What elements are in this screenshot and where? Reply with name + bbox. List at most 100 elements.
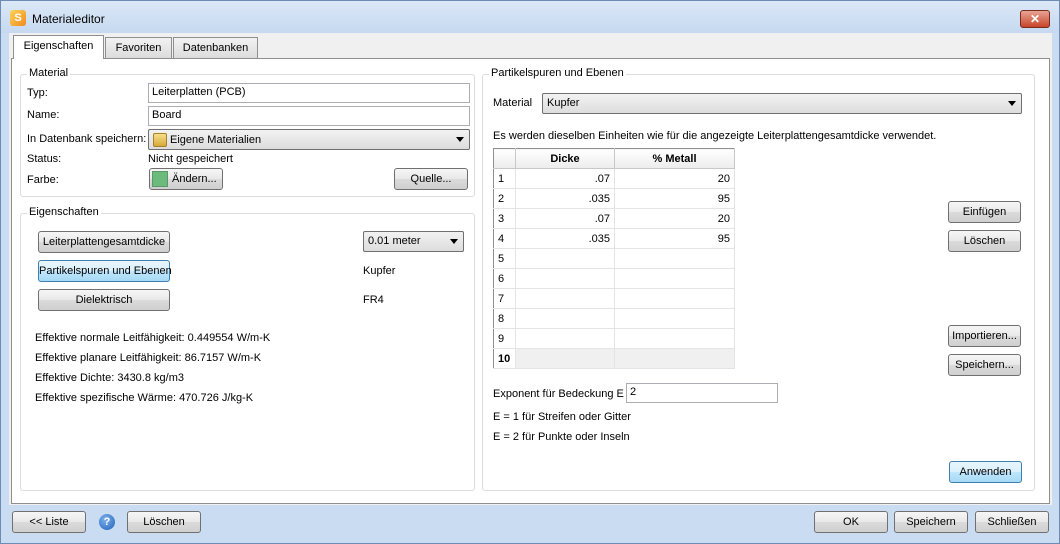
tab-panel-eigenschaften: Material Typ: Leiterplatten (PCB) Name: … [11, 58, 1050, 504]
cell-metall[interactable] [614, 248, 735, 269]
table-row: 3 .07 20 [493, 208, 735, 229]
cell-metall[interactable]: 20 [614, 168, 735, 189]
cell-dicke[interactable] [515, 308, 615, 329]
tab-eigenschaften[interactable]: Eigenschaften [13, 35, 104, 59]
dielektrisch-button[interactable]: Dielektrisch [38, 289, 170, 311]
schliessen-button[interactable]: Schließen [975, 511, 1049, 533]
ok-button[interactable]: OK [814, 511, 888, 533]
database-icon [153, 133, 167, 147]
close-button[interactable]: ✕ [1020, 10, 1050, 28]
cell-dicke[interactable] [515, 248, 615, 269]
material-editor-window: S Materialeditor ✕ Eigenschaften Favorit… [0, 0, 1060, 544]
quelle-button[interactable]: Quelle... [394, 168, 468, 190]
name-label: Name: [27, 109, 60, 121]
cell-metall[interactable]: 20 [614, 208, 735, 229]
color-swatch [152, 171, 168, 188]
help-icon[interactable]: ? [99, 514, 115, 530]
prop-normal-conductivity: Effektive normale Leitfähigkeit: 0.44955… [35, 332, 271, 344]
table-row: 6 [493, 268, 735, 289]
cell-metall[interactable] [614, 328, 735, 349]
exponent-label: Exponent für Bedeckung E [493, 388, 624, 400]
tab-datenbanken[interactable]: Datenbanken [173, 37, 258, 58]
cell-metall[interactable]: 95 [614, 188, 735, 209]
table-header-row: Dicke % Metall [493, 148, 735, 169]
partikel-material-label: Material [493, 97, 533, 109]
cell-dicke[interactable] [515, 288, 615, 309]
status-value: Nicht gespeichert [148, 153, 233, 165]
chevron-down-icon [1008, 101, 1016, 106]
row-number[interactable]: 10 [493, 348, 516, 369]
typ-field[interactable]: Leiterplatten (PCB) [148, 83, 470, 103]
column-header-dicke[interactable]: Dicke [515, 148, 615, 169]
prop-planar-conductivity: Effektive planare Leitfähigkeit: 86.7157… [35, 352, 262, 364]
units-info-text: Es werden dieselben Einheiten wie für di… [493, 130, 937, 142]
row-number[interactable]: 6 [493, 268, 516, 289]
row-number[interactable]: 9 [493, 328, 516, 349]
eigenschaften-group-title: Eigenschaften [27, 206, 101, 218]
cell-dicke[interactable]: .035 [515, 188, 615, 209]
partikel-group: Partikelspuren und Ebenen Material Kupfe… [482, 67, 1035, 491]
table-row: 4 .035 95 [493, 228, 735, 249]
window-title: Materialeditor [32, 12, 105, 26]
row-number[interactable]: 1 [493, 168, 516, 189]
db-select[interactable]: Eigene Materialien [148, 129, 470, 150]
prop-specific-heat: Effektive spezifische Wärme: 470.726 J/k… [35, 392, 254, 404]
material-group: Material Typ: Leiterplatten (PCB) Name: … [20, 67, 475, 197]
unit-select-value: 0.01 meter [368, 235, 421, 247]
typ-label: Typ: [27, 87, 48, 99]
db-label: In Datenbank speichern: [27, 133, 147, 145]
cell-metall[interactable]: 95 [614, 228, 735, 249]
aendern-button[interactable]: Ändern... [149, 168, 223, 190]
row-number[interactable]: 2 [493, 188, 516, 209]
hint-e2: E = 2 für Punkte oder Inseln [493, 431, 630, 443]
table-row: 10 [493, 348, 735, 369]
table-row: 5 [493, 248, 735, 269]
cell-metall[interactable] [614, 308, 735, 329]
hint-e1: E = 1 für Streifen oder Gitter [493, 411, 631, 423]
partikel-material-select[interactable]: Kupfer [542, 93, 1022, 114]
table-row: 7 [493, 288, 735, 309]
tab-favoriten[interactable]: Favoriten [105, 37, 172, 58]
table-row: 8 [493, 308, 735, 329]
eigenschaften-group: Eigenschaften Leiterplattengesamtdicke 0… [20, 206, 475, 491]
row-number[interactable]: 5 [493, 248, 516, 269]
cell-dicke[interactable] [515, 328, 615, 349]
prop-density: Effektive Dichte: 3430.8 kg/m3 [35, 372, 184, 384]
column-header-metall[interactable]: % Metall [614, 148, 735, 169]
row-number[interactable]: 4 [493, 228, 516, 249]
partikel-button[interactable]: Partikelspuren und Ebenen [38, 260, 172, 282]
unit-select[interactable]: 0.01 meter [363, 231, 464, 252]
material-group-title: Material [27, 67, 71, 79]
row-number[interactable]: 8 [493, 308, 516, 329]
window-client-area: Eigenschaften Favoriten Datenbanken Mate… [9, 33, 1052, 505]
title-bar: S Materialeditor ✕ [1, 1, 1059, 33]
layer-table: Dicke % Metall 1 .07 20 2 .035 95 3 .07 … [493, 148, 735, 369]
gesamtdicke-button[interactable]: Leiterplattengesamtdicke [38, 231, 170, 253]
anwenden-button[interactable]: Anwenden [949, 461, 1022, 483]
loeschen-button[interactable]: Löschen [127, 511, 201, 533]
cell-metall[interactable] [614, 288, 735, 309]
partikel-material-value: Kupfer [547, 97, 580, 109]
cell-metall[interactable] [614, 268, 735, 289]
liste-button[interactable]: << Liste [12, 511, 86, 533]
cell-dicke[interactable]: .035 [515, 228, 615, 249]
loeschen-row-button[interactable]: Löschen [948, 230, 1021, 252]
cell-dicke[interactable] [515, 268, 615, 289]
cell-dicke[interactable]: .07 [515, 208, 615, 229]
exponent-field[interactable]: 2 [626, 383, 778, 403]
einfuegen-button[interactable]: Einfügen [948, 201, 1021, 223]
cell-dicke[interactable]: .07 [515, 168, 615, 189]
row-number[interactable]: 7 [493, 288, 516, 309]
app-icon: S [10, 10, 26, 26]
chevron-down-icon [450, 239, 458, 244]
chevron-down-icon [456, 137, 464, 142]
importieren-button[interactable]: Importieren... [948, 325, 1021, 347]
row-number[interactable]: 3 [493, 208, 516, 229]
cell-metall[interactable] [614, 348, 735, 369]
farbe-label: Farbe: [27, 174, 59, 186]
cell-dicke[interactable] [515, 348, 615, 369]
speichern-table-button[interactable]: Speichern... [948, 354, 1021, 376]
speichern-button[interactable]: Speichern [894, 511, 968, 533]
name-field[interactable]: Board [148, 106, 470, 126]
table-row: 1 .07 20 [493, 168, 735, 189]
